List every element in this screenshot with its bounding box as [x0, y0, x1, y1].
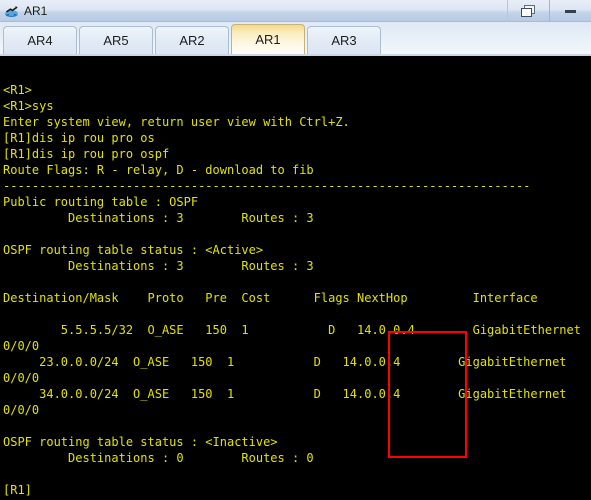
terminal-line: 34.0.0.0/24 O_ASE 150 1 D 14.0.0.4 Gigab…	[3, 387, 567, 401]
title-bar: AR1	[0, 0, 591, 22]
tab-ar5[interactable]: AR5	[79, 26, 153, 54]
minimize-button[interactable]	[549, 0, 591, 22]
terminal-line: Route Flags: R - relay, D - download to …	[3, 163, 314, 177]
terminal-line: Destinations : 3 Routes : 3	[3, 259, 314, 273]
minimize-icon	[565, 9, 576, 13]
terminal-line: 0/0/0	[3, 339, 40, 353]
terminal-line: ----------------------------------------…	[3, 179, 531, 193]
terminal-line: Destinations : 3 Routes : 3	[3, 211, 314, 225]
terminal-line: Public routing table : OSPF	[3, 195, 199, 209]
tab-ar1[interactable]: AR1	[231, 24, 305, 54]
terminal-line: OSPF routing table status : <Inactive>	[3, 435, 278, 449]
terminal-line: 0/0/0	[3, 403, 40, 417]
tab-label: AR2	[179, 33, 205, 48]
terminal-line: <R1>sys	[3, 99, 54, 113]
tab-label: AR4	[27, 33, 53, 48]
tab-label: AR1	[255, 32, 281, 47]
tab-ar4[interactable]: AR4	[3, 26, 77, 54]
window-title: AR1	[24, 3, 48, 18]
terminal-line: [R1]	[3, 483, 32, 497]
device-tab-bar: AR4 AR5 AR2 AR1 AR3	[0, 22, 591, 56]
terminal-line: 5.5.5.5/32 O_ASE 150 1 D 14.0.0.4 Gigabi…	[3, 323, 581, 337]
terminal-line: Destinations : 0 Routes : 0	[3, 451, 314, 465]
emulator-window: AR1 AR4 AR5 AR2 AR1 AR3 <R1> <R1>sys Enter…	[0, 0, 591, 500]
terminal-output: <R1> <R1>sys Enter system view, return use…	[3, 66, 591, 498]
tab-label: AR5	[103, 33, 129, 48]
terminal-line: OSPF routing table status : <Active>	[3, 243, 264, 257]
restore-icon	[521, 4, 536, 18]
tab-ar2[interactable]: AR2	[155, 26, 229, 54]
terminal-line: 23.0.0.0/24 O_ASE 150 1 D 14.0.0.4 Gigab…	[3, 355, 567, 369]
tab-ar3[interactable]: AR3	[307, 26, 381, 54]
cli-terminal[interactable]: <R1> <R1>sys Enter system view, return use…	[0, 58, 591, 500]
terminal-line: 0/0/0	[3, 371, 40, 385]
terminal-line: Enter system view, return user view with…	[3, 115, 350, 129]
router-icon	[3, 2, 21, 20]
terminal-line: <R1>	[3, 83, 32, 97]
window-controls	[507, 0, 591, 22]
terminal-line: [R1]dis ip rou pro ospf	[3, 147, 170, 161]
terminal-line: [R1]dis ip rou pro os	[3, 131, 155, 145]
restore-button[interactable]	[507, 0, 549, 22]
tab-label: AR3	[331, 33, 357, 48]
terminal-line: Destination/Mask Proto Pre Cost Flags Ne…	[3, 291, 538, 305]
